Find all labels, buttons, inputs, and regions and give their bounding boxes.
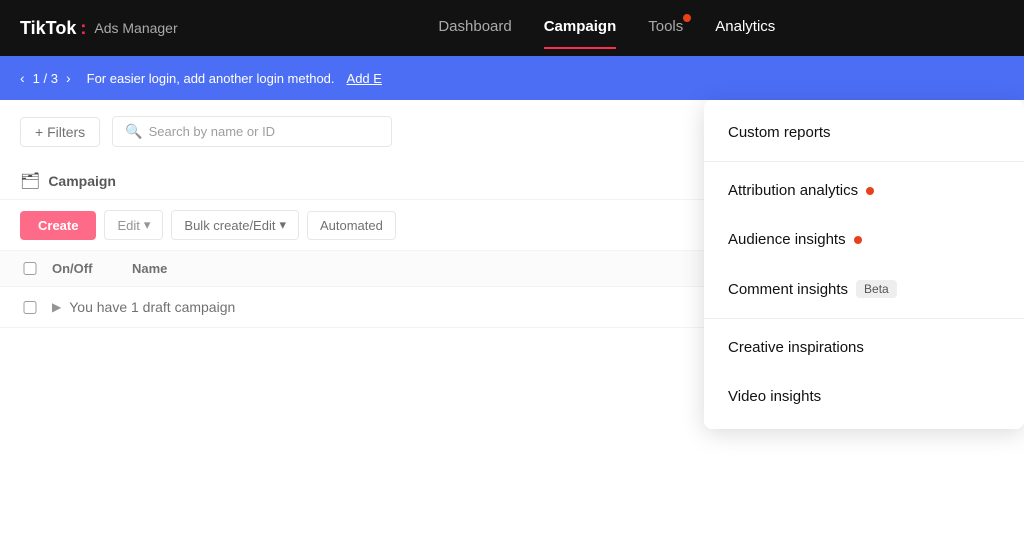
banner-prev-arrow[interactable]: ‹	[16, 68, 29, 88]
custom-reports-label: Custom reports	[728, 124, 831, 141]
dropdown-item-attribution-analytics[interactable]: Attribution analytics	[704, 166, 1024, 215]
audience-insights-dot	[854, 236, 862, 244]
nav-analytics[interactable]: Analytics	[715, 18, 775, 39]
tools-label: Tools	[648, 18, 683, 35]
comment-insights-label: Comment insights	[728, 281, 848, 298]
nav-campaign[interactable]: Campaign	[544, 18, 617, 39]
dropdown-item-creative-inspirations[interactable]: Creative inspirations	[704, 323, 1024, 372]
tools-dot	[683, 14, 691, 22]
audience-insights-label: Audience insights	[728, 231, 846, 248]
top-navigation: TikTok: Ads Manager Dashboard Campaign T…	[0, 0, 1024, 56]
dropdown-item-comment-insights[interactable]: Comment insights Beta	[704, 264, 1024, 314]
nav-dashboard[interactable]: Dashboard	[438, 18, 511, 39]
banner-nav: ‹ 1 / 3 ›	[16, 68, 75, 88]
divider-2	[704, 318, 1024, 319]
dropdown-item-audience-insights[interactable]: Audience insights	[704, 215, 1024, 264]
nav-tools[interactable]: Tools	[648, 18, 683, 39]
dropdown-item-custom-reports[interactable]: Custom reports	[704, 108, 1024, 157]
banner-counter: 1 / 3	[33, 71, 58, 86]
banner-text: For easier login, add another login meth…	[87, 71, 335, 86]
logo-tiktok-text: TikTok	[20, 18, 76, 39]
banner-link[interactable]: Add E	[347, 71, 382, 86]
attribution-analytics-label: Attribution analytics	[728, 182, 858, 199]
attribution-analytics-dot	[866, 187, 874, 195]
analytics-dropdown-menu: Custom reports Attribution analytics Aud…	[704, 100, 1024, 429]
logo-adsmanager-text: Ads Manager	[94, 20, 177, 36]
beta-badge: Beta	[856, 280, 897, 298]
video-insights-label: Video insights	[728, 388, 821, 405]
logo: TikTok: Ads Manager	[20, 18, 178, 39]
notification-banner: ‹ 1 / 3 › For easier login, add another …	[0, 56, 1024, 100]
creative-inspirations-label: Creative inspirations	[728, 339, 864, 356]
logo-colon: :	[80, 18, 86, 39]
banner-next-arrow[interactable]: ›	[62, 68, 75, 88]
main-area: + Filters 🔍 🗂 Campaign 📄 Ad group 📄 Ad C…	[0, 100, 1024, 559]
dropdown-item-video-insights[interactable]: Video insights	[704, 372, 1024, 421]
dropdown-overlay[interactable]	[0, 100, 704, 559]
nav-links: Dashboard Campaign Tools Analytics	[210, 18, 1004, 39]
divider-1	[704, 161, 1024, 162]
